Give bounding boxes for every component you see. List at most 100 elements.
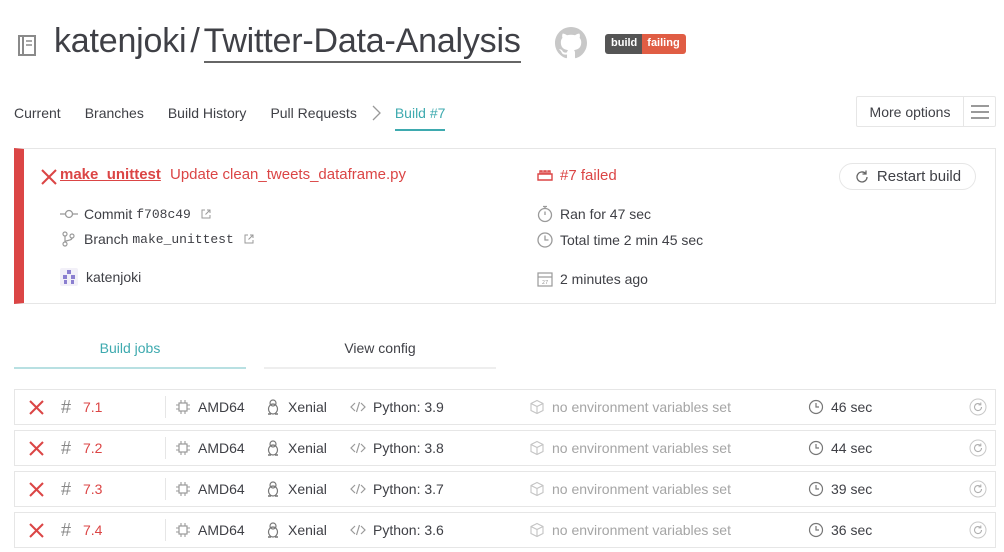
tab-build-jobs[interactable]: Build jobs (14, 340, 246, 369)
job-os-text: Xenial (288, 440, 327, 456)
divider (165, 519, 166, 541)
more-options-label: More options (869, 103, 951, 120)
badge-label: build (605, 34, 643, 54)
clock-icon (808, 481, 824, 497)
job-row[interactable]: # 7.1 AMD64 Xenial Python: 3.9 no enviro… (14, 389, 996, 425)
cpu-icon (176, 400, 190, 414)
job-duration-text: 44 sec (831, 440, 873, 456)
job-duration: 46 sec (808, 390, 872, 424)
restart-icon (856, 170, 868, 183)
job-language: Python: 3.7 (350, 472, 444, 506)
clock-icon (537, 232, 553, 248)
failed-x-icon (28, 513, 45, 547)
page-header: katenjoki / Twitter-Data-Analysis build fa… (0, 0, 1004, 90)
repo-separator: / (190, 22, 200, 60)
job-duration-text: 39 sec (831, 481, 873, 497)
job-arch-text: AMD64 (198, 481, 245, 497)
job-env: no environment variables set (529, 390, 731, 424)
github-icon[interactable] (555, 27, 587, 59)
job-arch: AMD64 (175, 472, 245, 506)
ran-for-text: Ran for 47 sec (560, 206, 652, 222)
divider (165, 396, 166, 418)
job-duration: 44 sec (808, 431, 872, 465)
more-options-button[interactable]: More options (856, 96, 996, 127)
cpu-icon (176, 482, 190, 496)
commit-icon (60, 209, 78, 219)
repo-tabs: Current Branches Build History Pull Requ… (14, 103, 446, 133)
build-status-text[interactable]: #7 failed (560, 167, 617, 184)
failed-x-icon (28, 431, 45, 465)
cpu-icon (176, 441, 190, 455)
repo-owner-link[interactable]: katenjoki (54, 22, 187, 60)
job-os: Xenial (265, 472, 327, 506)
stopwatch-icon (537, 205, 553, 223)
job-number[interactable]: 7.1 (83, 390, 102, 424)
tab-pull-requests[interactable]: Pull Requests (270, 103, 356, 133)
hash-icon: # (61, 519, 72, 540)
branch-icon (62, 231, 75, 247)
chevron-right-icon (371, 103, 383, 133)
repo-icon (18, 35, 36, 56)
restart-job-icon[interactable] (969, 390, 987, 424)
commit-hash-link[interactable]: f708c49 (136, 207, 191, 222)
external-link-icon[interactable] (201, 209, 211, 219)
job-language-text: Python: 3.6 (373, 522, 444, 538)
tab-build-history[interactable]: Build History (168, 103, 247, 133)
job-language-text: Python: 3.8 (373, 440, 444, 456)
branch-name[interactable]: make_unittest (132, 232, 233, 247)
build-summary-card: make_unittest Update clean_tweets_datafr… (14, 148, 996, 304)
restart-job-icon[interactable] (969, 472, 987, 506)
restart-build-button[interactable]: Restart build (839, 163, 976, 190)
job-env-text: no environment variables set (552, 481, 731, 497)
job-duration-text: 46 sec (831, 399, 873, 415)
job-number[interactable]: 7.2 (83, 431, 102, 465)
build-status-badge: build failing (605, 34, 686, 54)
job-language: Python: 3.6 (350, 513, 444, 547)
code-icon (350, 401, 366, 413)
job-env-text: no environment variables set (552, 440, 731, 456)
divider (165, 478, 166, 500)
code-icon (350, 524, 366, 536)
branch-label: Branch (84, 231, 129, 247)
job-row[interactable]: # 7.3 AMD64 Xenial Python: 3.7 no enviro… (14, 471, 996, 507)
author-row: katenjoki (60, 268, 141, 286)
job-os-text: Xenial (288, 481, 327, 497)
repo-name-link[interactable]: Twitter-Data-Analysis (203, 22, 521, 63)
menu-icon (963, 97, 995, 126)
build-status: #7 failed (536, 166, 617, 184)
tab-branches[interactable]: Branches (85, 103, 144, 133)
job-env: no environment variables set (529, 431, 731, 465)
tab-view-config[interactable]: View config (264, 340, 496, 369)
commit-row: Commit f708c49 (60, 206, 211, 222)
commit-label: Commit (84, 206, 133, 222)
job-row[interactable]: # 7.4 AMD64 Xenial Python: 3.6 no enviro… (14, 512, 996, 548)
job-os-text: Xenial (288, 522, 327, 538)
job-number[interactable]: 7.4 (83, 513, 102, 547)
code-icon (350, 442, 366, 454)
clock-icon (808, 440, 824, 456)
box-icon (530, 522, 544, 538)
job-language-text: Python: 3.7 (373, 481, 444, 497)
clock-icon (808, 399, 824, 415)
job-row[interactable]: # 7.2 AMD64 Xenial Python: 3.8 no enviro… (14, 430, 996, 466)
branch-name-link[interactable]: make_unittest (60, 166, 161, 183)
total-time-text: Total time 2 min 45 sec (560, 232, 704, 248)
finished-at: 27 2 minutes ago (536, 270, 648, 288)
restart-job-icon[interactable] (969, 431, 987, 465)
clock-icon (808, 522, 824, 538)
box-icon (530, 399, 544, 415)
job-arch: AMD64 (175, 513, 245, 547)
external-link-icon[interactable] (244, 234, 254, 244)
job-number[interactable]: 7.3 (83, 472, 102, 506)
badge-status: failing (642, 34, 686, 54)
tab-current[interactable]: Current (14, 103, 61, 133)
job-env: no environment variables set (529, 513, 731, 547)
tab-build-7[interactable]: Build #7 (394, 103, 446, 131)
job-language: Python: 3.8 (350, 431, 444, 465)
job-list: # 7.1 AMD64 Xenial Python: 3.9 no enviro… (14, 389, 996, 552)
svg-text:27: 27 (542, 280, 548, 286)
job-env: no environment variables set (529, 472, 731, 506)
failed-x-icon (41, 169, 57, 185)
linux-icon (267, 440, 279, 456)
restart-job-icon[interactable] (969, 513, 987, 547)
